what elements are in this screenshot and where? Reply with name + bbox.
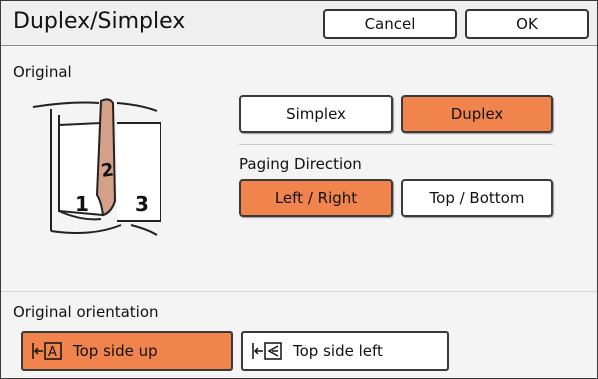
original-section-label: Original xyxy=(13,63,72,81)
top-side-up-button[interactable]: A Top side up xyxy=(21,331,233,371)
left-right-button[interactable]: Left / Right xyxy=(239,179,393,217)
top-side-up-icon: A xyxy=(31,342,63,360)
page-1-number: 1 xyxy=(75,192,89,216)
top-side-left-label: Top side left xyxy=(293,342,383,360)
paging-divider xyxy=(239,144,553,145)
top-side-left-icon xyxy=(251,342,283,360)
duplex-book-illustration: 2 1 3 xyxy=(32,98,161,236)
top-bottom-button[interactable]: Top / Bottom xyxy=(401,179,553,217)
top-side-left-button[interactable]: Top side left xyxy=(241,331,449,371)
section-divider xyxy=(1,291,597,292)
simplex-button[interactable]: Simplex xyxy=(239,95,393,133)
ok-button[interactable]: OK xyxy=(465,9,589,39)
duplex-button[interactable]: Duplex xyxy=(401,95,553,133)
page-3-number: 3 xyxy=(135,192,149,216)
dialog-title: Duplex/Simplex xyxy=(13,9,186,34)
dialog-header: Duplex/Simplex Cancel OK xyxy=(1,1,597,46)
duplex-simplex-dialog: Duplex/Simplex Cancel OK Original 2 1 3 … xyxy=(0,0,598,379)
cancel-button[interactable]: Cancel xyxy=(323,9,457,39)
top-side-up-icon-letter: A xyxy=(48,345,57,360)
original-orientation-label: Original orientation xyxy=(13,303,159,321)
top-side-up-label: Top side up xyxy=(73,342,158,360)
paging-direction-label: Paging Direction xyxy=(239,155,362,173)
